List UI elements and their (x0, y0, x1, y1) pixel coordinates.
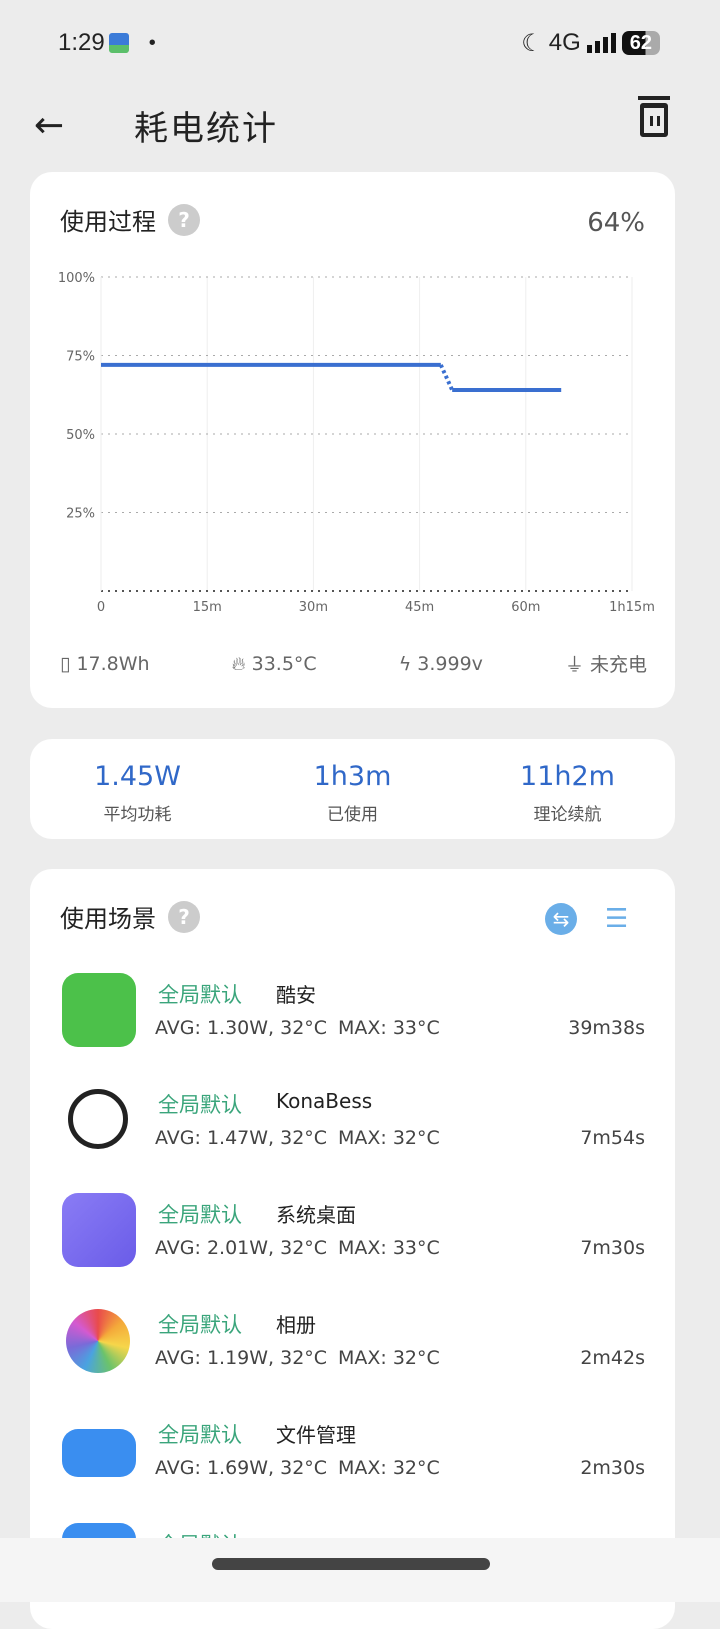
metric-label: 平均功耗 (103, 805, 172, 825)
avg-stat: AVG: 2.01W, 32°C (155, 1237, 328, 1259)
max-stat: MAX: 32°C (338, 1127, 440, 1149)
avg-stat: AVG: 1.30W, 32°C (155, 1017, 328, 1039)
avg-stat: AVG: 1.69W, 32°C (155, 1457, 328, 1479)
signal-icon (586, 33, 616, 53)
help-icon[interactable]: ? (168, 900, 200, 933)
battery-icon: 62 (621, 31, 660, 55)
scene-list-item[interactable]: 全局默认 文件管理 AVG: 1.69W, 32°C MAX: 32°C 2m30… (60, 1411, 645, 1491)
max-stat: MAX: 33°C (338, 1237, 440, 1259)
battery-line-segment (439, 364, 454, 391)
metric-used: 1h3m 已使用 (245, 739, 460, 839)
notification-dot: • (148, 31, 156, 54)
scenes-card: 使用场景? ⇆ ☰ 全局默认 酷安 AVG: 1.30W, 32°C MAX: 3… (30, 869, 675, 1629)
max-stat: MAX: 33°C (338, 1017, 440, 1039)
duration: 7m54s (580, 1127, 645, 1149)
y-tick-label: 75% (66, 350, 95, 365)
help-icon[interactable]: ? (168, 203, 200, 236)
app-name: KonaBess (276, 1089, 373, 1113)
network-type: 4G (548, 29, 581, 56)
usage-title: 使用过程 (60, 208, 156, 236)
metric-estimated: 11h2m 理论续航 (460, 739, 675, 839)
home-handle[interactable] (212, 1558, 490, 1570)
y-tick-label: 25% (66, 507, 95, 522)
scene-list-item[interactable]: 全局默认 系统桌面 AVG: 2.01W, 32°C MAX: 33°C 7m30… (60, 1191, 645, 1271)
scene-list-item[interactable]: 全局默认 酷安 AVG: 1.30W, 32°C MAX: 33°C 39m38s (60, 971, 645, 1051)
scene-tag: 全局默认 (158, 1423, 242, 1447)
delete-icon[interactable] (638, 96, 670, 137)
scene-list-item[interactable]: 全局默认 相册 AVG: 1.19W, 32°C MAX: 32°C 2m42s (60, 1301, 645, 1381)
app-icon (62, 973, 136, 1047)
metric-value: 1.45W (94, 761, 181, 792)
status-bar: 1:29 • ☾ 4G 62 (58, 28, 660, 58)
flame-icon: 🔥︎ (231, 652, 246, 675)
app-header: ← 耗电统计 (0, 95, 720, 155)
moon-icon: ☾ (521, 29, 543, 57)
max-stat: MAX: 32°C (338, 1347, 440, 1369)
voltage-value: 3.999v (417, 652, 483, 675)
usage-card: 使用过程? 64% 0 15m 30m 45m 60m 1h15m 100% 75% 50% 25… (30, 172, 675, 708)
bolt-icon: ϟ (398, 652, 412, 675)
x-tick-label: 45m (405, 600, 434, 615)
page-title: 耗电统计 (134, 108, 278, 149)
app-name: 文件管理 (276, 1423, 356, 1447)
app-name: 酷安 (276, 983, 316, 1007)
scene-tag: 全局默认 (158, 1203, 242, 1227)
app-name: 相册 (276, 1313, 316, 1337)
swap-icon[interactable]: ⇆ (545, 903, 577, 935)
battery-chart: 0 15m 30m 45m 60m 1h15m 100% 75% 50% 25% (58, 271, 655, 615)
navigation-bar (0, 1538, 720, 1602)
y-tick-label: 100% (58, 271, 95, 286)
duration: 2m42s (580, 1347, 645, 1369)
max-stat: MAX: 32°C (338, 1457, 440, 1479)
x-tick-label: 15m (193, 600, 222, 615)
back-arrow-icon[interactable]: ← (34, 105, 64, 146)
scenes-title: 使用场景 (60, 905, 156, 933)
capacity-value: 17.8Wh (76, 652, 150, 675)
metrics-card: 1.45W 平均功耗 1h3m 已使用 11h2m 理论续航 (30, 739, 675, 839)
battery-icon: ▯ (60, 652, 71, 675)
metric-value: 11h2m (520, 761, 615, 792)
charging-value: 未充电 (589, 654, 647, 676)
app-icon (62, 1193, 136, 1267)
metric-avg-power: 1.45W 平均功耗 (30, 739, 245, 839)
duration: 2m30s (580, 1457, 645, 1479)
charging-stat: ⏚ 未充电 (565, 650, 647, 677)
app-icon (68, 1089, 128, 1149)
temperature-value: 33.5°C (251, 652, 317, 675)
app-name: 系统桌面 (276, 1203, 356, 1227)
scene-tag: 全局默认 (158, 1313, 242, 1337)
clock: 1:29 (58, 29, 105, 56)
app-icon (66, 1309, 130, 1373)
avg-stat: AVG: 1.19W, 32°C (155, 1347, 328, 1369)
scene-list-item[interactable]: 全局默认 KonaBess AVG: 1.47W, 32°C MAX: 32°C … (60, 1081, 645, 1161)
metric-value: 1h3m (313, 761, 392, 792)
capacity-stat: ▯ 17.8Wh (60, 650, 150, 677)
duration: 39m38s (568, 1017, 645, 1039)
battery-percent: 64% (587, 208, 645, 238)
metric-label: 理论续航 (533, 805, 602, 825)
sort-by-time-icon[interactable]: ☰ (605, 903, 643, 935)
avg-stat: AVG: 1.47W, 32°C (155, 1127, 328, 1149)
temperature-stat: 🔥︎ 33.5°C (232, 650, 317, 677)
y-tick-label: 50% (66, 428, 95, 443)
scene-tag: 全局默认 (158, 983, 242, 1007)
plug-icon: ⏚ (564, 654, 584, 676)
x-tick-label: 60m (511, 600, 540, 615)
notification-app-icon (108, 33, 129, 53)
x-tick-label: 0 (97, 600, 105, 615)
duration: 7m30s (580, 1237, 645, 1259)
x-tick-label: 1h15m (609, 600, 655, 615)
app-icon (62, 1429, 136, 1477)
metric-label: 已使用 (327, 805, 378, 825)
x-tick-label: 30m (299, 600, 328, 615)
voltage-stat: ϟ 3.999v (399, 650, 483, 677)
scene-tag: 全局默认 (158, 1093, 242, 1117)
